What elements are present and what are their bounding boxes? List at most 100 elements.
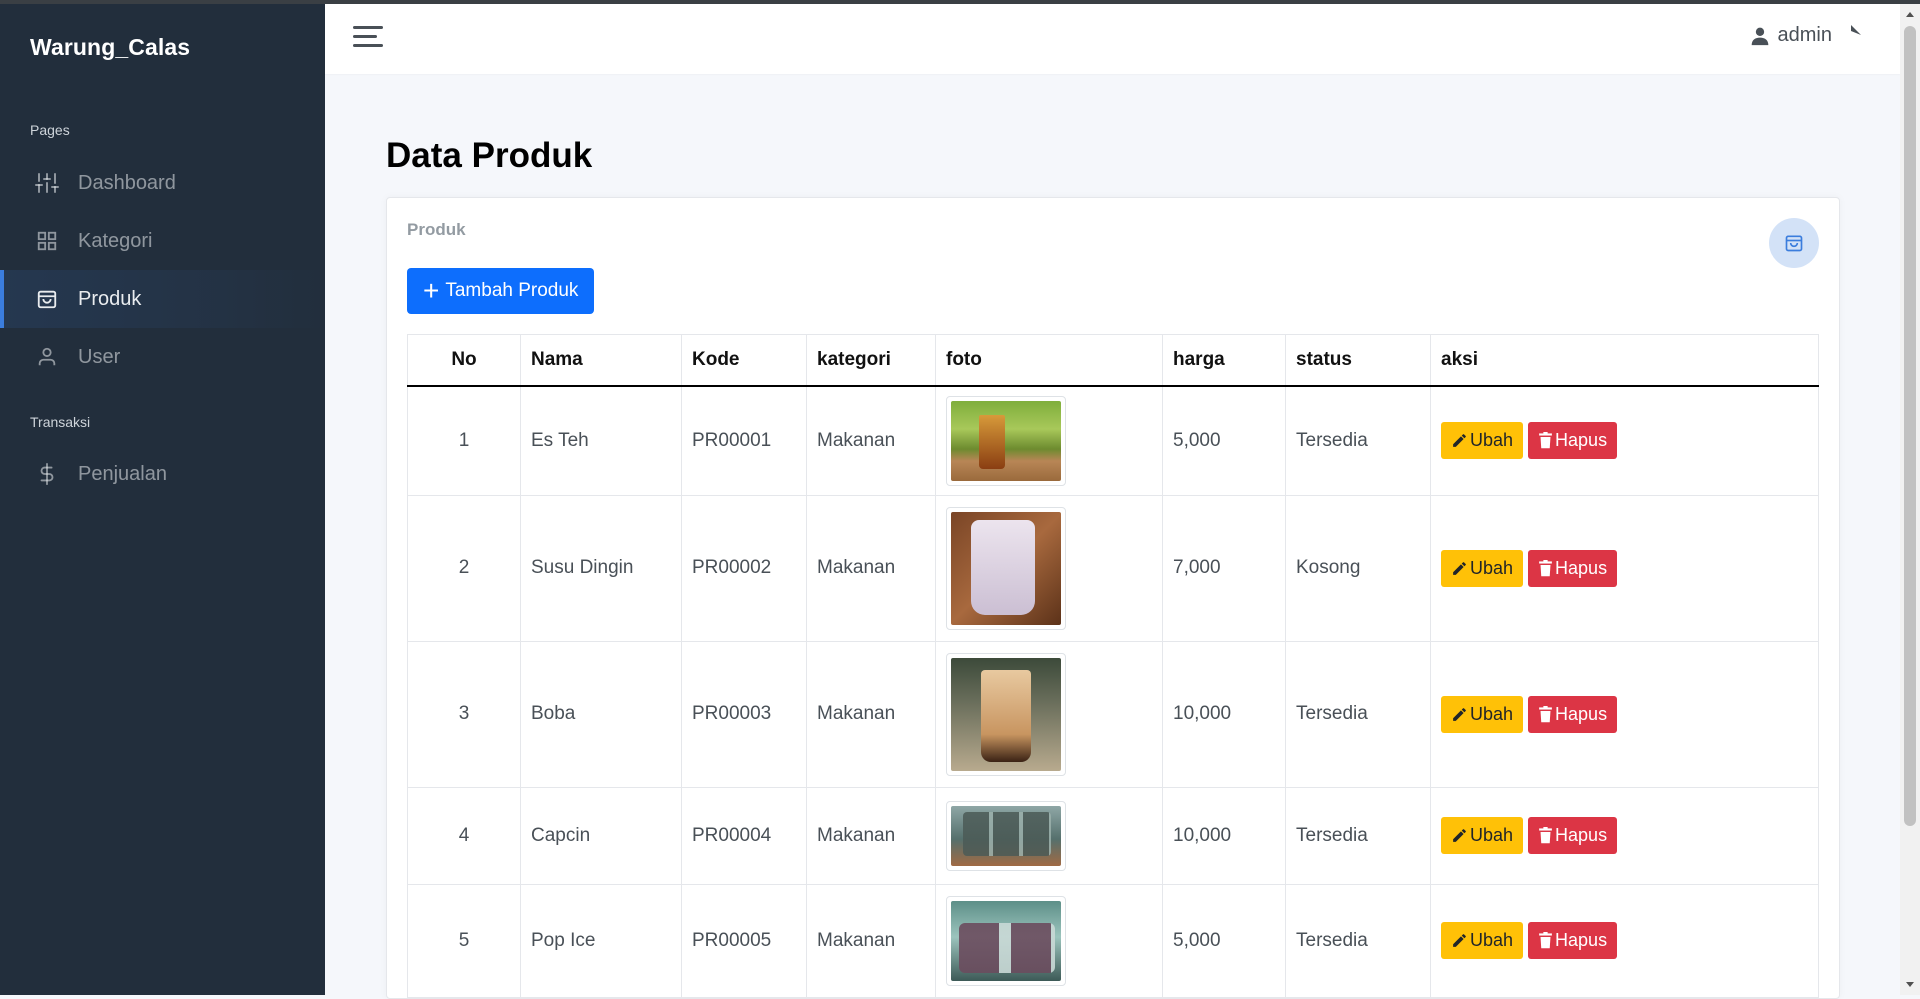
pencil-icon bbox=[1453, 829, 1466, 842]
page-scrollbar[interactable] bbox=[1900, 4, 1920, 995]
sidebar-item-label: Penjualan bbox=[78, 462, 167, 485]
sidebar-section-transaksi: Transaksi bbox=[30, 414, 91, 430]
grid-icon bbox=[34, 228, 60, 254]
scrollbar-thumb[interactable] bbox=[1904, 26, 1916, 826]
column-header-kategori: kategori bbox=[806, 334, 936, 387]
cell-status: Tersedia bbox=[1285, 385, 1431, 496]
product-photo-boba bbox=[951, 657, 1061, 771]
delete-button[interactable]: Hapus bbox=[1528, 549, 1618, 587]
product-photo-pop-ice bbox=[951, 900, 1061, 981]
cell-nama: Capcin bbox=[520, 786, 682, 885]
cell-harga: 5,000 bbox=[1162, 883, 1286, 998]
sidebar-item-dashboard[interactable]: Dashboard bbox=[0, 154, 325, 212]
cell-aksi: Ubah Hapus bbox=[1430, 494, 1819, 642]
cell-aksi: Ubah Hapus bbox=[1430, 385, 1819, 496]
cell-no: 3 bbox=[407, 640, 521, 788]
sidebar-item-user[interactable]: User bbox=[0, 328, 325, 386]
cell-kategori: Makanan bbox=[806, 494, 936, 642]
sidebar-item-label: User bbox=[78, 345, 121, 368]
cell-status: Tersedia bbox=[1285, 640, 1431, 788]
table-row: 2 Susu Dingin PR00002 Makanan 7,000 Koso… bbox=[407, 494, 1819, 642]
dollar-icon bbox=[34, 461, 60, 487]
column-header-nama: Nama bbox=[520, 334, 682, 387]
product-photo-es-teh bbox=[951, 400, 1061, 481]
cell-foto bbox=[935, 640, 1163, 788]
sidebar-item-kategori[interactable]: Kategori bbox=[0, 212, 325, 270]
column-header-kode: Kode bbox=[681, 334, 807, 387]
delete-button[interactable]: Hapus bbox=[1528, 922, 1618, 959]
add-product-label: Tambah Produk bbox=[445, 280, 579, 301]
cell-nama: Susu Dingin bbox=[520, 494, 682, 642]
user-menu[interactable]: admin bbox=[1750, 24, 1862, 47]
trash-icon bbox=[1539, 932, 1552, 949]
edit-label: Ubah bbox=[1470, 430, 1514, 451]
delete-button[interactable]: Hapus bbox=[1528, 817, 1618, 854]
delete-label: Hapus bbox=[1555, 430, 1608, 451]
cell-status: Kosong bbox=[1285, 494, 1431, 642]
delete-button[interactable]: Hapus bbox=[1528, 695, 1618, 733]
cell-foto bbox=[935, 883, 1163, 998]
pencil-icon bbox=[1453, 707, 1466, 721]
pencil-icon bbox=[1453, 561, 1466, 575]
product-table: No Nama Kode kategori foto harga status … bbox=[407, 334, 1819, 998]
brand-logo[interactable]: Warung_Calas bbox=[30, 34, 190, 61]
column-header-no: No bbox=[407, 334, 521, 387]
cell-kode: PR00004 bbox=[681, 786, 807, 885]
caret-icon bbox=[1851, 24, 1861, 35]
sidebar-item-label: Kategori bbox=[78, 229, 153, 252]
page-title-bold: Data bbox=[386, 136, 462, 175]
card-title: Produk bbox=[407, 220, 466, 239]
cell-aksi: Ubah Hapus bbox=[1430, 786, 1819, 885]
product-thumbnail bbox=[946, 395, 1066, 486]
product-thumbnail bbox=[946, 506, 1066, 630]
cell-kode: PR00005 bbox=[681, 883, 807, 998]
edit-button[interactable]: Ubah bbox=[1441, 922, 1524, 959]
edit-button[interactable]: Ubah bbox=[1441, 549, 1524, 587]
shopping-bag-icon bbox=[34, 286, 60, 312]
cell-no: 5 bbox=[407, 883, 521, 998]
edit-label: Ubah bbox=[1470, 557, 1514, 578]
sidebar-item-produk[interactable]: Produk bbox=[0, 270, 329, 328]
product-thumbnail bbox=[946, 895, 1066, 986]
page-title-rest: Produk bbox=[461, 136, 593, 175]
cell-kode: PR00001 bbox=[681, 385, 807, 496]
cell-foto bbox=[935, 385, 1163, 496]
cell-no: 2 bbox=[407, 494, 521, 642]
table-row: 1 Es Teh PR00001 Makanan 5,000 Tersedia … bbox=[407, 385, 1819, 496]
table-row: 3 Boba PR00003 Makanan 10,000 Tersedia U… bbox=[407, 640, 1819, 788]
shopping-bag-icon bbox=[1769, 218, 1819, 268]
cell-harga: 7,000 bbox=[1162, 494, 1286, 642]
add-product-button[interactable]: + Tambah Produk bbox=[407, 268, 595, 314]
delete-label: Hapus bbox=[1555, 930, 1608, 950]
column-header-aksi: aksi bbox=[1430, 334, 1819, 387]
edit-button[interactable]: Ubah bbox=[1441, 817, 1524, 854]
sidebar-item-label: Dashboard bbox=[78, 171, 176, 194]
cell-status: Tersedia bbox=[1285, 786, 1431, 885]
cell-kategori: Makanan bbox=[806, 385, 936, 496]
delete-button[interactable]: Hapus bbox=[1528, 422, 1618, 460]
pencil-icon bbox=[1453, 434, 1466, 448]
table-row: 4 Capcin PR00004 Makanan 10,000 Tersedia… bbox=[407, 786, 1819, 885]
trash-icon bbox=[1539, 827, 1552, 844]
sidebar-item-penjualan[interactable]: Penjualan bbox=[0, 445, 325, 503]
user-icon bbox=[1751, 27, 1768, 45]
hamburger-menu-icon[interactable] bbox=[353, 26, 383, 52]
product-thumbnail bbox=[946, 800, 1066, 871]
edit-button[interactable]: Ubah bbox=[1441, 422, 1524, 460]
cell-kode: PR00003 bbox=[681, 640, 807, 788]
column-header-harga: harga bbox=[1162, 334, 1286, 387]
cell-harga: 10,000 bbox=[1162, 786, 1286, 885]
window-top-border bbox=[0, 0, 1920, 4]
product-photo-susu-dingin bbox=[951, 511, 1061, 625]
cell-nama: Es Teh bbox=[520, 385, 682, 496]
product-photo-capcin bbox=[951, 805, 1061, 866]
cell-kategori: Makanan bbox=[806, 883, 936, 998]
cell-kategori: Makanan bbox=[806, 640, 936, 788]
product-thumbnail bbox=[946, 652, 1066, 776]
scroll-up-arrow-icon[interactable] bbox=[1906, 12, 1914, 17]
edit-button[interactable]: Ubah bbox=[1441, 695, 1524, 733]
cell-nama: Boba bbox=[520, 640, 682, 788]
user-name: admin bbox=[1777, 24, 1832, 46]
scroll-down-arrow-icon[interactable] bbox=[1906, 982, 1914, 987]
trash-icon bbox=[1539, 432, 1552, 449]
